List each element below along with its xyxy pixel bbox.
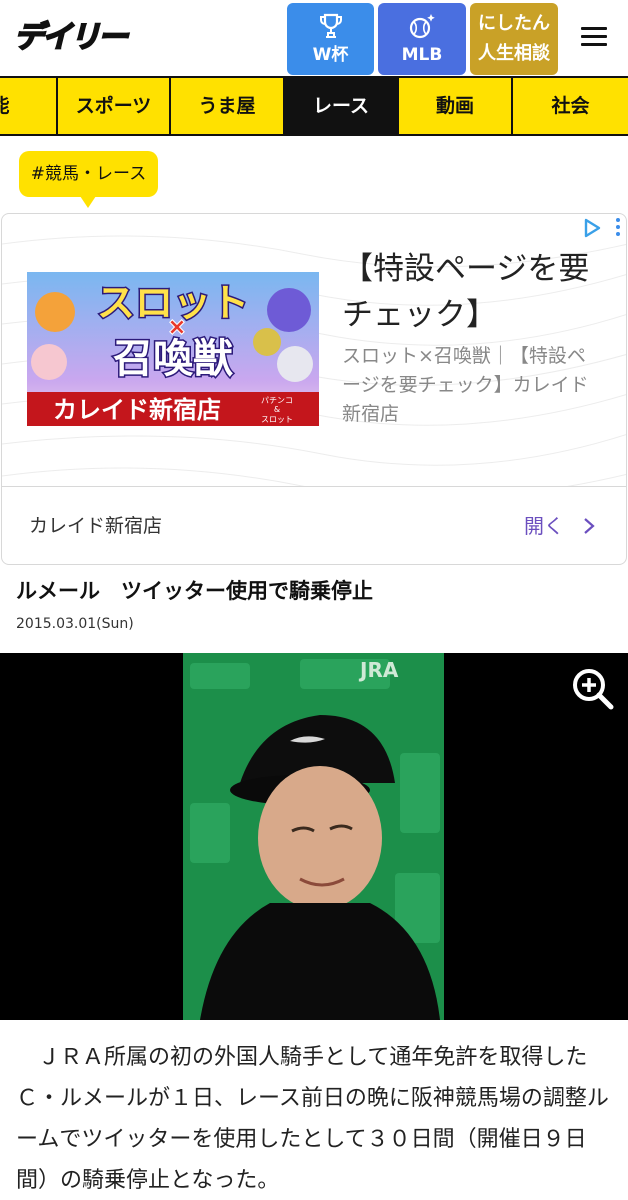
article-date: 2015.03.01(Sun) [16,616,134,632]
adchoices-icon[interactable] [582,218,602,238]
trophy-icon [319,13,342,38]
ad-banner-image[interactable]: スロット × 召喚獣 カレイド新宿店 パチンコ & スロット [27,272,319,426]
site-logo[interactable]: デイリー [13,18,146,58]
banner-store-text: カレイド新宿店 [53,395,221,424]
nav-item-entertainment[interactable]: 能 [0,78,58,134]
nav-item-video[interactable]: 動画 [399,78,513,134]
chevron-right-icon [584,518,595,534]
zoom-in-icon[interactable] [569,665,615,711]
ad-open-button[interactable]: 開く [524,487,564,564]
hamburger-menu-icon[interactable] [576,22,612,54]
world-cup-button[interactable]: W杯 [287,3,374,75]
world-cup-label: W杯 [312,45,349,65]
nav-item-umaya[interactable]: うま屋 [171,78,285,134]
article-headline: ルメール ツイッター使用で騎乗停止 [16,579,373,603]
baseball-icon [409,14,435,39]
category-tag[interactable]: #競馬・レース [19,151,158,197]
logo-text: デイリー [13,19,129,56]
ad-footer: カレイド新宿店 開く [2,486,626,564]
nishitan-label-line2: 人生相談 [478,43,550,64]
ad-description: スロット×召喚獣｜【特設ページを要チェック】カレイド新宿店 [342,345,589,425]
category-nav: 能 スポーツ うま屋 レース 動画 社会 [0,76,628,136]
tag-pointer [80,196,96,208]
advertisement-card[interactable]: スロット × 召喚獣 カレイド新宿店 パチンコ & スロット 【特設ページを要チ… [1,213,627,565]
banner-sub-text-2: & [274,405,280,414]
banner-sub-text-1: パチンコ [261,396,293,405]
nishitan-advice-button[interactable]: にしたん 人生相談 [470,3,558,75]
article-photo[interactable]: JRA [0,653,628,1020]
nav-item-society[interactable]: 社会 [513,78,628,134]
ad-title[interactable]: 【特設ページを要チェック】 [342,246,612,338]
article-body: ＪＲＡ所属の初の外国人騎手として通年免許を取得したＣ・ルメールが１日、レース前日… [16,1045,609,1193]
banner-sub-text-3: スロット [261,415,293,424]
site-header: デイリー W杯 MLB にしたん 人生相談 [0,0,628,76]
nishitan-label-line1: にしたん [478,13,550,34]
photo-jra-text: JRA [358,658,399,682]
nav-item-race[interactable]: レース [285,78,399,134]
mlb-button[interactable]: MLB [378,3,466,75]
mlb-label: MLB [401,45,443,65]
ad-options-icon[interactable] [612,216,624,242]
nav-item-sports[interactable]: スポーツ [58,78,171,134]
banner-summon-text: 召喚獣 [113,336,233,382]
ad-advertiser-name: カレイド新宿店 [29,515,163,537]
